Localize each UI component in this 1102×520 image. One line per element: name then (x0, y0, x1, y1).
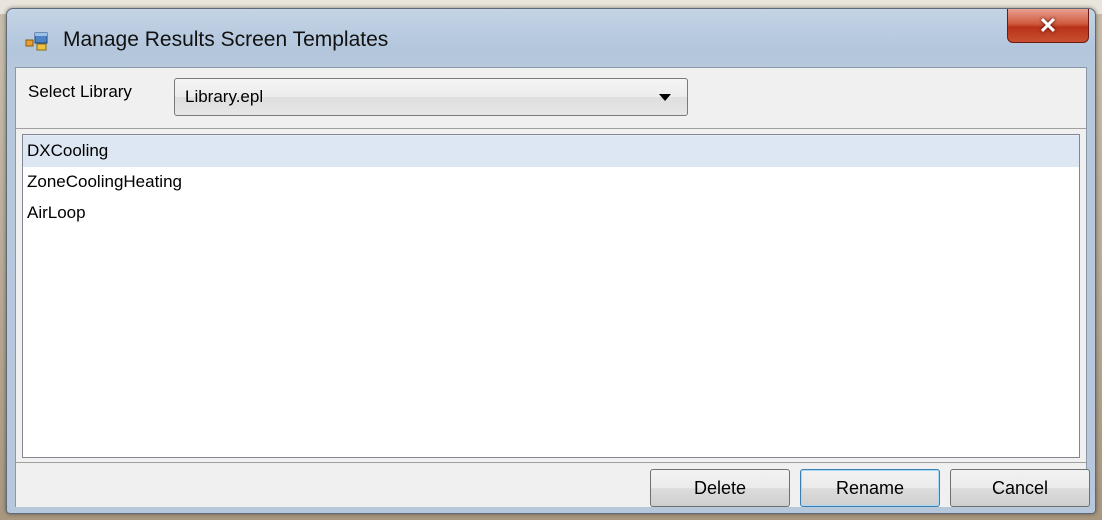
dialog-client-area: Select Library Library.epl DXCooling Zon… (15, 67, 1090, 507)
close-button[interactable]: ✕ (1007, 9, 1089, 43)
list-item[interactable]: AirLoop (23, 198, 1079, 229)
templates-list[interactable]: DXCooling ZoneCoolingHeating AirLoop (22, 134, 1080, 458)
window-title: Manage Results Screen Templates (63, 28, 389, 51)
list-item-label: AirLoop (27, 203, 86, 222)
library-dropdown-value: Library.epl (185, 87, 264, 106)
library-dropdown[interactable]: Library.epl (174, 78, 688, 116)
select-library-label: Select Library (28, 82, 132, 101)
list-item[interactable]: DXCooling (23, 135, 1079, 167)
delete-button[interactable]: Delete (650, 469, 790, 507)
title-bar[interactable]: Manage Results Screen Templates ✕ (7, 9, 1095, 69)
list-item[interactable]: ZoneCoolingHeating (23, 167, 1079, 198)
library-selector-panel: Select Library Library.epl (16, 68, 1086, 129)
manage-templates-dialog: Manage Results Screen Templates ✕ Select… (6, 8, 1096, 514)
rename-button[interactable]: Rename (800, 469, 940, 507)
chevron-down-icon[interactable] (659, 94, 671, 101)
list-item-label: DXCooling (27, 141, 109, 160)
close-icon: ✕ (1038, 13, 1058, 38)
app-window-icon (25, 31, 49, 51)
button-panel: Delete Rename Cancel (16, 462, 1090, 507)
cancel-button[interactable]: Cancel (950, 469, 1090, 507)
list-item-label: ZoneCoolingHeating (27, 172, 182, 191)
